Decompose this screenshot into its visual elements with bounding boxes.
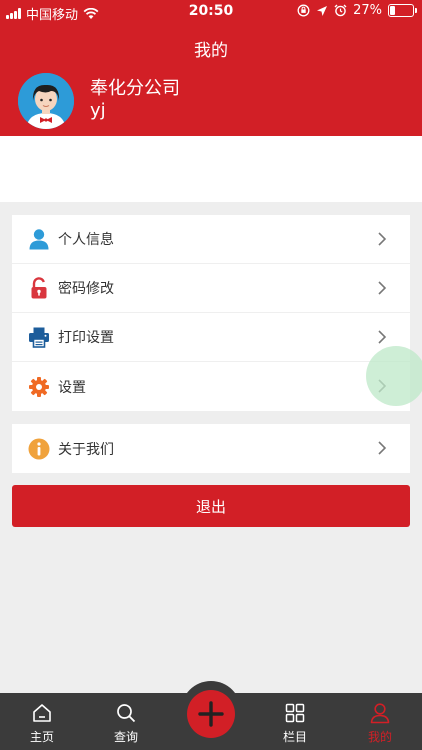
chevron-right-icon	[378, 330, 387, 344]
chevron-right-icon	[378, 441, 387, 455]
info-icon	[28, 438, 50, 460]
location-icon	[317, 5, 328, 16]
menu-item-about[interactable]: 关于我们	[12, 424, 410, 473]
search-icon	[117, 704, 136, 723]
alarm-icon	[334, 4, 347, 17]
home-icon	[33, 704, 51, 722]
tab-label: 主页	[29, 730, 54, 744]
status-bar: 中国移动 20:50 27%	[0, 0, 422, 24]
plus-icon	[198, 701, 224, 727]
menu-item-label: 个人信息	[58, 232, 114, 248]
tab-label: 我的	[367, 730, 392, 744]
avatar[interactable]	[18, 73, 74, 129]
about-menu: 关于我们	[12, 424, 410, 473]
menu-item-label: 设置	[58, 379, 86, 396]
chevron-right-icon	[378, 281, 387, 295]
menu-item-print-settings[interactable]: 打印设置	[12, 313, 410, 362]
chevron-right-icon	[378, 232, 387, 246]
rotation-lock-icon	[297, 4, 310, 17]
tab-search[interactable]: 查询	[91, 693, 161, 750]
tab-columns[interactable]: 栏目	[260, 693, 330, 750]
settings-menu: 个人信息 密码修改 打印设置 设置	[12, 215, 410, 411]
username: yj	[90, 100, 106, 121]
menu-item-label: 打印设置	[58, 330, 114, 346]
person-icon	[28, 228, 50, 250]
menu-item-password[interactable]: 密码修改	[12, 264, 410, 313]
company-name: 奉化分公司	[90, 78, 180, 99]
profile-header: 我的 奉化分公司 yj	[0, 24, 422, 136]
lock-icon	[28, 277, 50, 299]
menu-item-settings[interactable]: 设置	[12, 362, 410, 411]
battery-percent: 27%	[353, 3, 382, 18]
grid-icon	[285, 703, 305, 723]
tab-label: 查询	[113, 730, 138, 744]
add-button[interactable]	[187, 690, 235, 738]
battery-icon	[388, 4, 417, 17]
logout-button[interactable]: 退出	[12, 485, 410, 527]
printer-icon	[28, 326, 50, 348]
menu-item-label: 关于我们	[58, 441, 114, 458]
page-title: 我的	[194, 41, 228, 61]
menu-item-profile[interactable]: 个人信息	[12, 215, 410, 264]
tab-home[interactable]: 主页	[7, 693, 77, 750]
user-icon	[370, 703, 390, 724]
touch-indicator	[366, 346, 422, 406]
profile-spacer	[0, 136, 422, 202]
tab-label: 栏目	[282, 730, 307, 744]
menu-item-label: 密码修改	[58, 281, 114, 297]
tab-mine[interactable]: 我的	[345, 693, 415, 750]
gear-icon	[28, 376, 50, 398]
